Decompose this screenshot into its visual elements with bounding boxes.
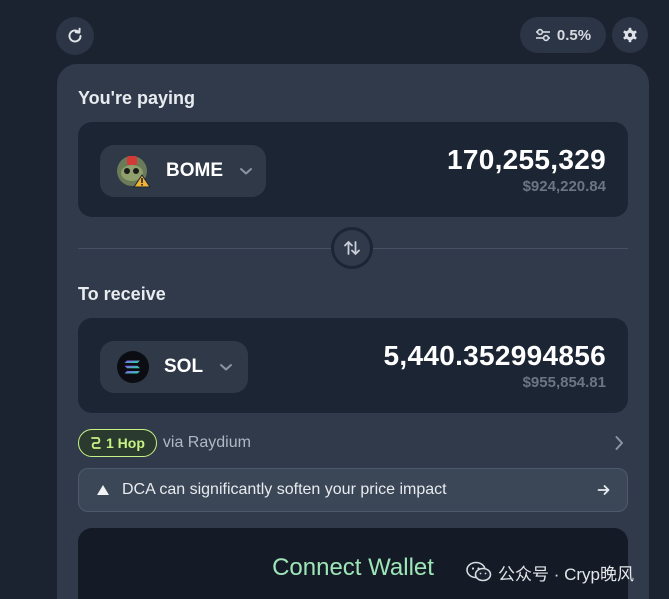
- sliders-icon: [535, 28, 550, 42]
- hop-badge: 1 Hop: [78, 429, 157, 457]
- sol-token-icon: [117, 351, 149, 383]
- swap-direction-button[interactable]: [331, 227, 373, 269]
- warning-triangle-icon: [97, 485, 109, 495]
- slippage-value: 0.5%: [556, 26, 592, 44]
- pay-usd-value: $924,220.84: [522, 178, 606, 195]
- watermark: 公众号 · Cryp晚风: [466, 560, 634, 584]
- route-info[interactable]: 1 Hop via Raydium: [78, 428, 628, 458]
- receive-amount: 5,440.352994856: [383, 340, 606, 371]
- dca-notice[interactable]: DCA can significantly soften your price …: [78, 468, 628, 512]
- dca-notice-text: DCA can significantly soften your price …: [122, 481, 447, 498]
- settings-button[interactable]: [612, 17, 648, 53]
- receive-label: To receive: [78, 284, 166, 304]
- receive-token-box: SOL 5,440.352994856 $955,854.81: [78, 318, 628, 413]
- refresh-icon: [68, 27, 82, 43]
- pay-amount[interactable]: 170,255,329: [447, 144, 606, 176]
- receive-token-selector[interactable]: SOL: [100, 341, 248, 393]
- paying-label: You're paying: [78, 88, 195, 108]
- swap-arrows-icon: [344, 241, 360, 255]
- pay-token-symbol: BOME: [166, 160, 223, 181]
- swap-card: You're paying BOME 170,255,329 $924,220.…: [57, 64, 649, 599]
- hop-label: 1 Hop: [106, 435, 145, 451]
- arrow-right-icon: [597, 485, 610, 495]
- bome-token-icon: [117, 156, 151, 188]
- watermark-text: 公众号 · Cryp晚风: [498, 564, 634, 584]
- receive-usd-value: $955,854.81: [522, 374, 606, 391]
- route-icon: [91, 437, 101, 449]
- refresh-button[interactable]: [56, 17, 94, 55]
- via-label: via Raydium: [162, 434, 251, 451]
- chevron-right-icon: [615, 436, 623, 450]
- gear-icon: [623, 27, 637, 43]
- chevron-down-icon: [220, 364, 233, 371]
- connect-wallet-label: Connect Wallet: [272, 554, 434, 581]
- receive-token-symbol: SOL: [164, 356, 204, 377]
- pay-token-selector[interactable]: BOME: [100, 145, 266, 197]
- wechat-icon: [466, 561, 492, 582]
- pay-token-box: BOME 170,255,329 $924,220.84: [78, 122, 628, 217]
- chevron-down-icon: [240, 168, 252, 175]
- slippage-button[interactable]: 0.5%: [520, 17, 606, 53]
